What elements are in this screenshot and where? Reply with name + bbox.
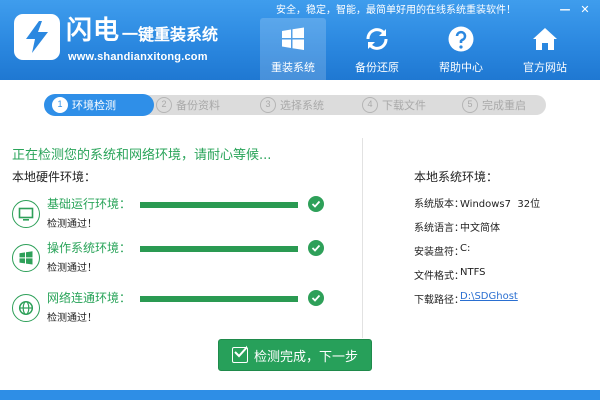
- step-finish-restart: 5 完成重启: [462, 95, 526, 115]
- close-icon[interactable]: ✕: [578, 3, 592, 17]
- next-step-button[interactable]: 检测完成，下一步: [218, 339, 372, 371]
- brand-url: www.shandianxitong.com: [68, 51, 208, 63]
- brand-sub: 一键重装系统: [122, 25, 219, 44]
- step-number: 2: [156, 97, 172, 113]
- nav-label: 备份还原: [355, 61, 399, 74]
- check-icon: [308, 196, 324, 212]
- env-progress-fill: [140, 246, 298, 252]
- nav-official-site[interactable]: 官方网站: [512, 18, 578, 80]
- info-label: 文件格式：: [414, 271, 464, 282]
- info-row-drive: 安装盘符： C:: [414, 243, 471, 258]
- env-progress-bar: [140, 202, 298, 208]
- app-header: 闪电 一键重装系统 www.shandianxitong.com 安全，稳定，智…: [0, 0, 600, 80]
- monitor-icon: [12, 200, 40, 228]
- system-title: 本地系统环境：: [414, 170, 499, 184]
- slogan: 安全，稳定，智能，最简单好用的在线系统重装软件！: [276, 5, 516, 16]
- env-name: 基础运行环境：: [47, 197, 132, 211]
- step-label: 选择系统: [280, 99, 324, 112]
- help-icon: [448, 26, 474, 52]
- next-step-label: 检测完成，下一步: [253, 349, 358, 365]
- step-environment-check: 1 环境检测: [52, 95, 116, 115]
- windows-icon: [12, 244, 40, 272]
- env-progress-bar: [140, 246, 298, 252]
- nav-label: 官方网站: [523, 61, 567, 74]
- home-icon: [533, 28, 557, 50]
- env-name: 网络连通环境：: [47, 291, 132, 305]
- info-row-language: 系统语言： 中文简体: [414, 219, 500, 234]
- check-icon: [308, 240, 324, 256]
- info-label: 系统版本：: [414, 199, 464, 210]
- nav-label: 帮助中心: [439, 61, 483, 74]
- nav-label: 重装系统: [271, 61, 315, 74]
- step-label: 备份资料: [176, 99, 220, 112]
- check-icon: [308, 290, 324, 306]
- step-label: 环境检测: [72, 99, 116, 112]
- info-label: 系统语言：: [414, 223, 464, 234]
- lightning-logo-icon: [14, 14, 60, 60]
- info-value: Windows7 32位: [460, 199, 541, 210]
- info-row-filesystem: 文件格式： NTFS: [414, 267, 486, 282]
- refresh-icon: [366, 28, 388, 50]
- bottom-bar: [0, 390, 600, 400]
- env-progress-fill: [140, 296, 298, 302]
- nav-reinstall-system[interactable]: 重装系统: [260, 18, 326, 80]
- nav-backup-restore[interactable]: 备份还原: [344, 18, 410, 80]
- env-name: 操作系统环境：: [47, 241, 132, 255]
- download-path-link[interactable]: D:\SDGhost: [460, 291, 518, 305]
- step-number: 3: [260, 97, 276, 113]
- info-value: C:: [460, 243, 471, 254]
- hardware-title: 本地硬件环境：: [12, 170, 97, 184]
- windows-icon: [282, 27, 304, 50]
- window-controls: — ✕: [558, 3, 592, 17]
- brand-main: 闪电: [66, 16, 121, 46]
- step-select-system: 3 选择系统: [260, 95, 324, 115]
- system-panel: 本地系统环境： 系统版本： Windows7 32位 系统语言： 中文简体 安装…: [364, 128, 600, 390]
- step-label: 下载文件: [382, 99, 426, 112]
- progress-steps: 1 环境检测 2 备份资料 3 选择系统 4 下载文件 5 完成重启: [0, 80, 600, 128]
- env-status: 检测通过！: [47, 219, 97, 230]
- info-row-version: 系统版本： Windows7 32位: [414, 195, 541, 210]
- checkbox-icon: [231, 345, 248, 363]
- step-backup-data: 2 备份资料: [156, 95, 220, 115]
- step-number: 5: [462, 97, 478, 113]
- step-label: 完成重启: [482, 99, 526, 112]
- main-content: 正在检测您的系统和网络环境，请耐心等候... 本地硬件环境： 基础运行环境： 检…: [0, 128, 600, 390]
- env-status: 检测通过！: [47, 313, 97, 324]
- env-status: 检测通过！: [47, 263, 97, 274]
- checking-title: 正在检测您的系统和网络环境，请耐心等候...: [12, 148, 272, 163]
- env-progress-fill: [140, 202, 298, 208]
- globe-icon: [12, 294, 40, 322]
- panel-divider: [362, 138, 363, 338]
- env-row-network: 网络连通环境： 检测通过！: [12, 290, 352, 330]
- info-row-download-path: 下载路径： D:\SDGhost: [414, 291, 518, 306]
- step-download-files: 4 下载文件: [362, 95, 426, 115]
- step-number: 1: [52, 97, 68, 113]
- env-row-basic: 基础运行环境： 检测通过！: [12, 196, 352, 236]
- info-label: 安装盘符：: [414, 247, 464, 258]
- main-nav: 重装系统 备份还原 帮助中心 官方网站: [260, 18, 590, 80]
- step-number: 4: [362, 97, 378, 113]
- info-value: 中文简体: [460, 223, 500, 234]
- info-label: 下载路径：: [414, 295, 464, 306]
- env-row-os: 操作系统环境： 检测通过！: [12, 240, 352, 280]
- brand-name: 闪电 一键重装系统: [66, 16, 218, 46]
- minimize-icon[interactable]: —: [558, 3, 572, 17]
- nav-help-center[interactable]: 帮助中心: [428, 18, 494, 80]
- env-progress-bar: [140, 296, 298, 302]
- info-value: NTFS: [460, 267, 486, 278]
